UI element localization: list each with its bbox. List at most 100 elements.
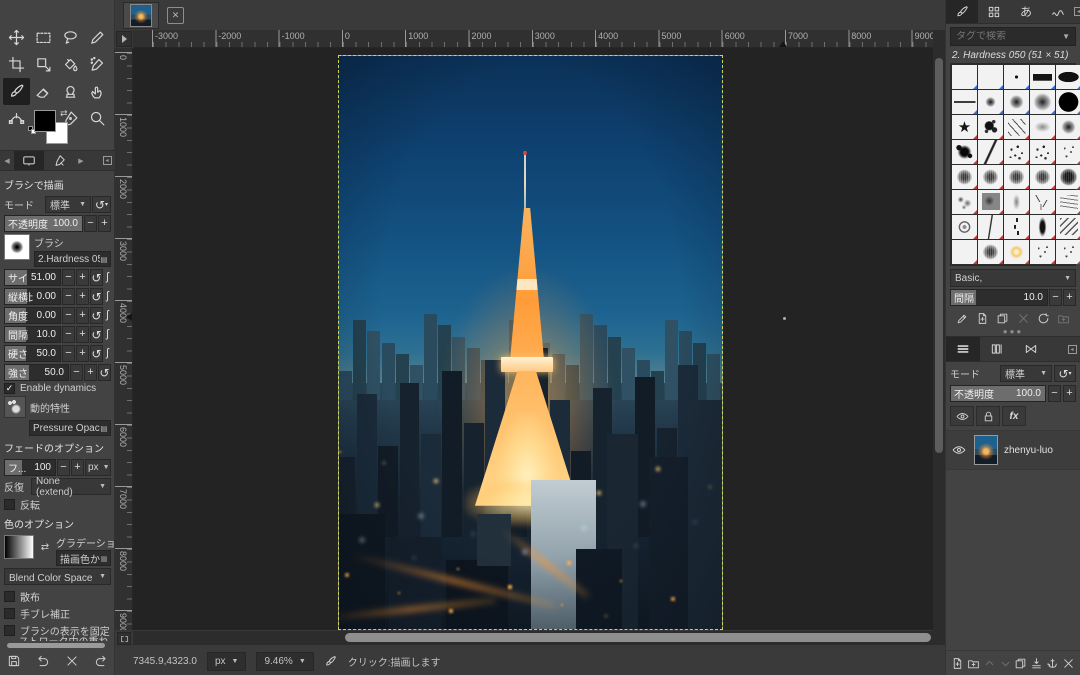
slider[interactable]: 角度0.00 <box>4 307 61 324</box>
dynamics-icon[interactable] <box>4 396 26 418</box>
layer-mode-dropdown[interactable]: 標準▼ <box>1000 365 1052 382</box>
brush-cell[interactable] <box>1030 115 1055 139</box>
decrease-button[interactable]: − <box>62 269 75 286</box>
save-tool-preset-button[interactable] <box>4 651 24 671</box>
increase-button[interactable]: + <box>76 326 89 343</box>
curve-icon[interactable]: ʃ <box>104 307 111 324</box>
zoom-tool[interactable] <box>84 105 111 132</box>
brush-cell[interactable] <box>1004 165 1029 189</box>
curve-icon[interactable]: ʃ <box>104 288 111 305</box>
decrease-button[interactable]: − <box>70 364 83 381</box>
fade-decrease-button[interactable]: − <box>57 459 70 476</box>
layer-opacity-slider[interactable]: 不透明度 100.0 <box>950 385 1046 402</box>
curve-icon[interactable]: ʃ <box>104 269 111 286</box>
anchor-layer-button[interactable] <box>1045 654 1060 672</box>
fade-unit-dropdown[interactable]: px▼ <box>85 459 111 476</box>
clone-tool[interactable] <box>57 78 84 105</box>
slider[interactable]: 縦横比0.00 <box>4 288 61 305</box>
transform-tool[interactable] <box>30 51 57 78</box>
blend-color-space-dropdown[interactable]: Blend Color Space 知覚的...▼ <box>4 568 111 585</box>
dock-menu-icon[interactable]: ◂ <box>99 151 115 170</box>
dynamics-field[interactable]: Pressure Opacity▤ <box>29 420 111 436</box>
reset-tool-options-button[interactable] <box>91 651 111 671</box>
duplicate-brush-button[interactable] <box>995 310 1011 326</box>
new-brush-button[interactable] <box>974 310 990 326</box>
brush-cell[interactable] <box>978 190 1003 214</box>
reset-button[interactable]: ↺ <box>90 269 103 286</box>
spacing-decrease-button[interactable]: − <box>1049 289 1062 306</box>
decrease-button[interactable]: − <box>62 345 75 362</box>
spacing-increase-button[interactable]: + <box>1063 289 1076 306</box>
delete-layer-button[interactable] <box>1061 654 1076 672</box>
brush-cell[interactable] <box>978 115 1003 139</box>
repeat-dropdown[interactable]: None (extend)▼ <box>31 478 111 495</box>
lock-visibility-toggle[interactable] <box>950 406 974 426</box>
measure-tool[interactable] <box>84 24 111 51</box>
duplicate-layer-button[interactable] <box>1013 654 1028 672</box>
brush-cell[interactable] <box>1030 190 1055 214</box>
brush-cell[interactable] <box>952 215 977 239</box>
curve-icon[interactable]: ʃ <box>104 345 111 362</box>
brush-cell[interactable] <box>978 165 1003 189</box>
airbrush-tool[interactable] <box>84 51 111 78</box>
restore-tool-preset-button[interactable] <box>33 651 53 671</box>
reset-button[interactable]: ↺ <box>90 288 103 305</box>
reset-button[interactable]: ↺ <box>90 345 103 362</box>
edit-brush-button[interactable] <box>954 310 970 326</box>
lock-pixels-toggle[interactable] <box>976 406 1000 426</box>
bucket-fill-tool[interactable] <box>57 51 84 78</box>
brush-cell[interactable] <box>1056 65 1080 89</box>
brush-cell[interactable] <box>1004 90 1029 114</box>
increase-button[interactable]: + <box>76 345 89 362</box>
reset-button[interactable]: ↺ <box>98 364 111 381</box>
increase-button[interactable]: + <box>76 288 89 305</box>
unit-dropdown[interactable]: px▼ <box>207 652 247 671</box>
brush-cell[interactable] <box>1056 240 1080 264</box>
smudge-tool[interactable] <box>84 78 111 105</box>
brush-cell[interactable] <box>952 65 977 89</box>
vertical-ruler[interactable]: 0100020003000400050006000700080009000 <box>115 48 133 630</box>
brush-cell[interactable] <box>1004 215 1029 239</box>
brush-cell[interactable]: ★ <box>952 115 977 139</box>
enable-dynamics-checkbox[interactable]: ✓Enable dynamics <box>4 383 111 394</box>
delete-tool-preset-button[interactable] <box>62 651 82 671</box>
gradients-tab[interactable] <box>1042 0 1074 23</box>
brush-cell[interactable] <box>1056 140 1080 164</box>
dock-tabs-left-arrow[interactable]: ◀ <box>0 151 14 170</box>
gradient-flip-icon[interactable]: ⇄ <box>38 535 52 559</box>
increase-button[interactable]: + <box>76 307 89 324</box>
increase-button[interactable]: + <box>76 269 89 286</box>
horizontal-ruler[interactable]: -3000-2000-10000100020003000400050006000… <box>133 30 933 48</box>
brush-cell[interactable] <box>1004 140 1029 164</box>
slider[interactable]: 硬さ50.0 <box>4 345 61 362</box>
opacity-increase-button[interactable]: + <box>98 215 111 232</box>
fade-length-slider[interactable]: フ... 100 <box>4 459 56 476</box>
tab-tool-options[interactable] <box>14 151 44 170</box>
decrease-button[interactable]: − <box>62 307 75 324</box>
brush-cell[interactable] <box>978 140 1003 164</box>
slider[interactable]: 強さ50.0 <box>4 364 69 381</box>
quick-mask-toggle[interactable] <box>117 632 131 645</box>
rectangle-select-tool[interactable] <box>30 24 57 51</box>
brush-cell[interactable] <box>1056 165 1080 189</box>
panel-resize-handle[interactable] <box>7 643 105 648</box>
brush-cell[interactable] <box>978 65 1003 89</box>
gradient-preview[interactable] <box>4 535 34 559</box>
brush-cell[interactable] <box>1030 240 1055 264</box>
brushes-dock-menu-icon[interactable]: ◂ <box>1074 0 1080 23</box>
brush-cell[interactable] <box>1056 115 1080 139</box>
new-layer-button[interactable] <box>950 654 965 672</box>
opacity-slider[interactable]: 不透明度 100.0 <box>4 215 83 232</box>
curve-icon[interactable]: ʃ <box>104 326 111 343</box>
fade-increase-button[interactable]: + <box>71 459 84 476</box>
canvas-image[interactable] <box>338 55 723 630</box>
crop-tool[interactable] <box>3 51 30 78</box>
channels-tab[interactable] <box>980 337 1014 361</box>
default-image-icon[interactable]: ✕ <box>167 7 184 24</box>
ruler-corner-menu[interactable] <box>116 31 132 47</box>
option-checkbox[interactable]: 散布 <box>4 589 111 604</box>
gradient-field[interactable]: 描画色から▤ <box>56 550 111 566</box>
dock-tabs-right-arrow[interactable]: ▶ <box>74 151 88 170</box>
brush-cell[interactable] <box>978 215 1003 239</box>
tag-filter-dropdown[interactable]: Basic,▼ <box>950 269 1076 287</box>
